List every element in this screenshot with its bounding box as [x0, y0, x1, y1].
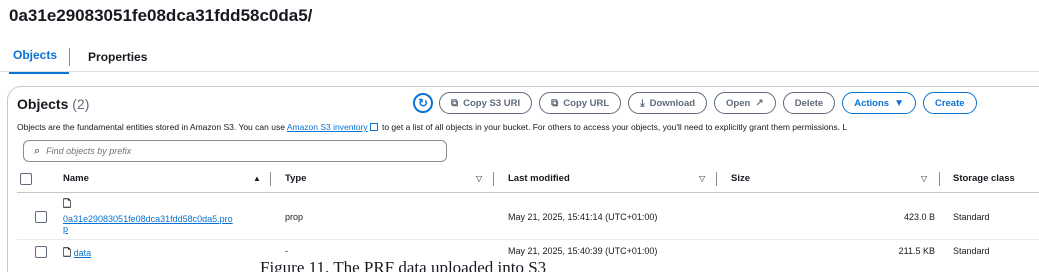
header-divider: [17, 192, 1039, 193]
search-icon: ⌕: [34, 144, 41, 157]
object-storage-class: Standard: [953, 212, 990, 222]
copy-url-button[interactable]: ⧉ Copy URL: [539, 92, 622, 114]
table-row: 🗋 0a31e29083051fe08dca31fdd58c0da5.pro p …: [17, 197, 1039, 237]
column-header-size[interactable]: Size: [731, 173, 750, 184]
object-storage-class: Standard: [953, 246, 990, 256]
description-text-1: Objects are the fundamental entities sto…: [17, 122, 287, 132]
row-divider: [17, 239, 1039, 240]
create-label: Create: [934, 97, 965, 109]
object-name-line2: p: [63, 224, 69, 234]
actions-button[interactable]: Actions ▼: [842, 92, 916, 114]
column-resizer[interactable]: [493, 172, 494, 186]
page-title: 0a31e29083051fe08dca31fdd58c0da5/: [9, 6, 313, 25]
column-resizer[interactable]: [270, 172, 271, 186]
search-field[interactable]: ⌕: [23, 140, 447, 162]
sort-icon[interactable]: ▽: [476, 174, 482, 183]
object-link[interactable]: data: [74, 248, 92, 258]
copy-icon: ⧉: [451, 97, 459, 109]
refresh-icon: ↻: [417, 96, 429, 110]
caret-down-icon: ▼: [894, 97, 904, 109]
description-text-2: to get a list of all objects in your buc…: [379, 122, 848, 132]
object-name-cell: 🗋 data: [63, 246, 91, 263]
s3-inventory-link[interactable]: Amazon S3 inventory: [287, 122, 368, 132]
object-last-modified: May 21, 2025, 15:40:39 (UTC+01:00): [508, 246, 658, 256]
refresh-button[interactable]: ↻: [413, 93, 433, 113]
column-resizer[interactable]: [939, 172, 940, 186]
object-size: 423.0 B: [903, 212, 935, 222]
file-icon: 🗋: [63, 199, 72, 210]
tab-underline: [0, 71, 1039, 72]
download-button[interactable]: ⤓ Download: [628, 92, 708, 114]
object-name-cell: 🗋 0a31e29083051fe08dca31fdd58c0da5.pro p: [63, 197, 233, 234]
copy-icon: ⧉: [551, 97, 559, 109]
search-input[interactable]: [46, 146, 427, 156]
download-label: Download: [649, 97, 696, 109]
open-button[interactable]: Open ↗: [714, 92, 776, 114]
object-name-line1: 0a31e29083051fe08dca31fdd58c0da5.pro: [63, 214, 233, 224]
external-link-icon: [369, 123, 378, 131]
column-header-type[interactable]: Type: [285, 173, 306, 184]
tab-properties[interactable]: Properties: [84, 42, 159, 73]
tab-bar: Objects Properties: [9, 40, 159, 74]
row-checkbox[interactable]: [35, 246, 47, 258]
figure-caption: Figure 11. The PRF data uploaded into S3: [260, 258, 547, 272]
external-link-icon: ↗: [755, 97, 764, 109]
delete-button[interactable]: Delete: [782, 92, 836, 114]
tab-objects[interactable]: Objects: [9, 40, 70, 74]
objects-count: (2): [72, 96, 90, 112]
column-header-last-modified[interactable]: Last modified: [508, 173, 570, 184]
sort-icon[interactable]: ▽: [921, 174, 927, 183]
download-icon: ⤓: [640, 97, 645, 109]
object-type: prop: [285, 212, 304, 222]
objects-description: Objects are the fundamental entities sto…: [17, 122, 847, 132]
row-checkbox[interactable]: [35, 211, 47, 223]
sort-ascending-icon[interactable]: ▲: [253, 174, 261, 183]
object-type: -: [285, 246, 288, 256]
column-header-storage-class[interactable]: Storage class: [953, 173, 1015, 184]
copy-s3-uri-label: Copy S3 URI: [463, 97, 521, 109]
sort-icon[interactable]: ▽: [699, 174, 705, 183]
objects-heading-label: Objects: [17, 96, 69, 112]
table-header: Name ▲ Type ▽ Last modified ▽ Size ▽ Sto…: [17, 170, 1039, 190]
tab-divider: [69, 48, 71, 66]
open-label: Open: [726, 97, 751, 109]
objects-toolbar: ↻ ⧉ Copy S3 URI ⧉ Copy URL ⤓ Download Op…: [413, 92, 984, 114]
object-last-modified: May 21, 2025, 15:41:14 (UTC+01:00): [508, 212, 658, 222]
actions-label: Actions: [854, 97, 890, 109]
select-all-checkbox[interactable]: [20, 173, 32, 185]
create-folder-button[interactable]: Create: [922, 92, 977, 114]
objects-heading: Objects (2): [17, 96, 89, 112]
object-size: 211.5 KB: [898, 246, 935, 256]
copy-url-label: Copy URL: [563, 97, 610, 109]
folder-icon: 🗋: [63, 248, 72, 259]
delete-label: Delete: [794, 97, 824, 109]
column-header-name[interactable]: Name: [63, 173, 89, 184]
copy-s3-uri-button[interactable]: ⧉ Copy S3 URI: [439, 92, 533, 114]
column-resizer[interactable]: [716, 172, 717, 186]
object-link[interactable]: 0a31e29083051fe08dca31fdd58c0da5.pro p: [63, 214, 233, 234]
